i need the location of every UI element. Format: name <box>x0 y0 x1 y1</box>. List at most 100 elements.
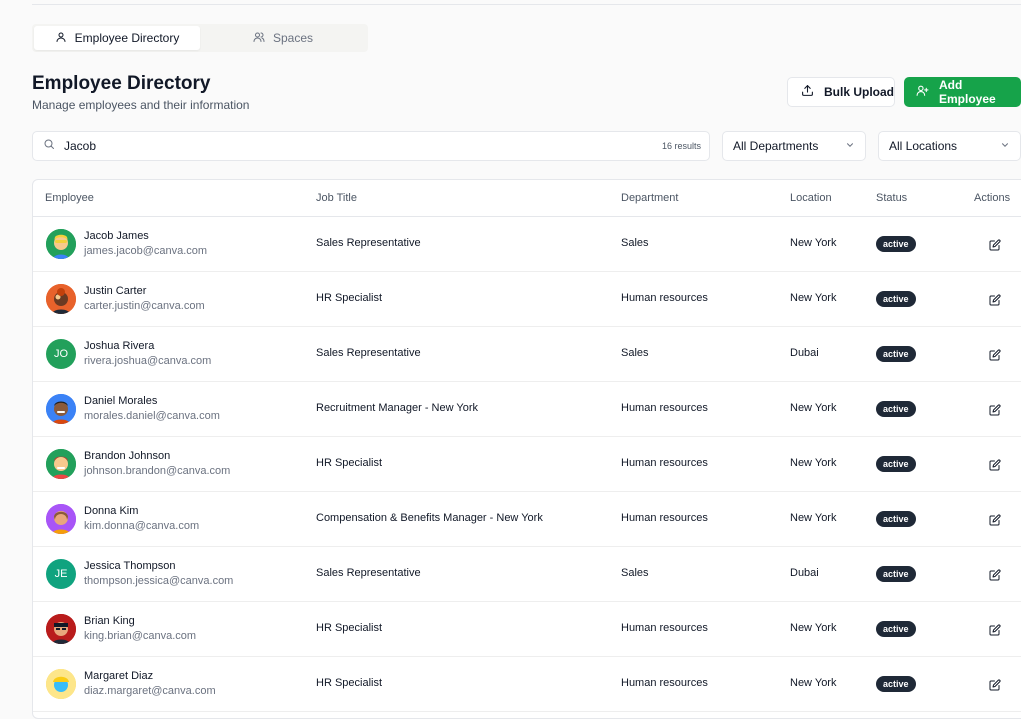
bulk-upload-button[interactable]: Bulk Upload <box>787 77 895 107</box>
chevron-down-icon <box>1000 139 1010 153</box>
employee-table: Employee Job Title Department Location S… <box>32 179 1021 719</box>
employee-name: Brian King <box>84 615 135 627</box>
employee-email: thompson.jessica@canva.com <box>84 575 234 587</box>
location: Dubai <box>790 347 819 359</box>
status-badge: active <box>876 676 916 692</box>
page-title: Employee Directory <box>32 73 211 94</box>
table-row[interactable]: Jacob James james.jacob@canva.com Sales … <box>33 217 1021 272</box>
status-badge: active <box>876 621 916 637</box>
location: New York <box>790 292 837 304</box>
avatar <box>46 614 76 644</box>
bulk-upload-label: Bulk Upload <box>824 85 895 99</box>
avatar: JE <box>46 559 76 589</box>
page-subtitle: Manage employees and their information <box>32 98 250 112</box>
status-badge: active <box>876 401 916 417</box>
table-row[interactable]: Brian King king.brian@canva.com HR Speci… <box>33 602 1021 657</box>
table-row[interactable]: Margaret Diaz diaz.margaret@canva.com HR… <box>33 657 1021 712</box>
add-employee-button[interactable]: Add Employee <box>904 77 1021 107</box>
tab-label: Spaces <box>272 31 314 45</box>
table-row[interactable]: JE Jessica Thompson thompson.jessica@can… <box>33 547 1021 602</box>
column-header-status: Status <box>876 192 908 204</box>
edit-icon[interactable] <box>989 513 1001 526</box>
job-title: Recruitment Manager - New York <box>316 402 479 414</box>
department: Sales <box>621 567 649 579</box>
edit-icon[interactable] <box>989 623 1001 636</box>
status-badge: active <box>876 456 916 472</box>
status-badge: active <box>876 566 916 582</box>
location: New York <box>790 677 837 689</box>
avatar <box>46 284 76 314</box>
users-icon <box>253 31 265 46</box>
employee-name: Jessica Thompson <box>84 560 176 572</box>
edit-icon[interactable] <box>989 678 1001 691</box>
job-title: HR Specialist <box>316 622 383 634</box>
column-header-employee: Employee <box>45 192 94 204</box>
user-icon <box>55 31 67 46</box>
department: Human resources <box>621 622 708 634</box>
edit-icon[interactable] <box>989 403 1001 416</box>
employee-name: Jacob James <box>84 230 149 242</box>
edit-icon[interactable] <box>989 568 1001 581</box>
upload-icon <box>801 84 814 100</box>
status-badge: active <box>876 236 916 252</box>
department: Human resources <box>621 457 708 469</box>
search-box: 16 results <box>32 131 710 161</box>
user-plus-icon <box>916 84 929 100</box>
status-badge: active <box>876 511 916 527</box>
department: Sales <box>621 347 649 359</box>
job-title: HR Specialist <box>316 457 383 469</box>
location: New York <box>790 237 837 249</box>
location: New York <box>790 402 837 414</box>
avatar <box>46 394 76 424</box>
department-select[interactable]: All Departments <box>722 131 866 161</box>
employee-email: johnson.brandon@canva.com <box>84 465 231 477</box>
department: Human resources <box>621 512 708 524</box>
add-employee-label: Add Employee <box>939 78 996 106</box>
avatar <box>46 449 76 479</box>
location: Dubai <box>790 567 819 579</box>
edit-icon[interactable] <box>989 238 1001 251</box>
location-select[interactable]: All Locations <box>878 131 1021 161</box>
employee-email: carter.justin@canva.com <box>84 300 205 312</box>
employee-name: Justin Carter <box>84 285 147 297</box>
avatar <box>46 669 76 699</box>
column-header-job-title: Job Title <box>316 192 357 204</box>
table-row[interactable]: Justin Carter carter.justin@canva.com HR… <box>33 272 1021 327</box>
employee-name: Brandon Johnson <box>84 450 171 462</box>
department: Human resources <box>621 402 708 414</box>
search-icon <box>43 137 55 155</box>
column-header-location: Location <box>790 192 832 204</box>
location: New York <box>790 512 837 524</box>
results-count: 16 results <box>661 141 701 151</box>
table-row[interactable]: Daniel Morales morales.daniel@canva.com … <box>33 382 1021 437</box>
view-tabs: Employee Directory Spaces <box>32 24 368 52</box>
employee-email: rivera.joshua@canva.com <box>84 355 212 367</box>
edit-icon[interactable] <box>989 348 1001 361</box>
tab-label: Employee Directory <box>74 31 180 45</box>
employee-name: Donna Kim <box>84 505 139 517</box>
avatar <box>46 229 76 259</box>
location: New York <box>790 457 837 469</box>
employee-name: Joshua Rivera <box>84 340 155 352</box>
chevron-down-icon <box>845 139 855 153</box>
top-divider <box>32 4 1021 5</box>
department-select-value: All Departments <box>733 139 819 153</box>
employee-name: Margaret Diaz <box>84 670 154 682</box>
search-input[interactable] <box>64 139 662 153</box>
tab-employee-directory[interactable]: Employee Directory <box>34 26 200 50</box>
job-title: Sales Representative <box>316 347 421 359</box>
employee-email: kim.donna@canva.com <box>84 520 200 532</box>
edit-icon[interactable] <box>989 293 1001 306</box>
employee-email: james.jacob@canva.com <box>84 245 208 257</box>
employee-email: diaz.margaret@canva.com <box>84 685 216 697</box>
department: Human resources <box>621 292 708 304</box>
location: New York <box>790 622 837 634</box>
column-header-department: Department <box>621 192 679 204</box>
table-row[interactable]: Donna Kim kim.donna@canva.com Compensati… <box>33 492 1021 547</box>
edit-icon[interactable] <box>989 458 1001 471</box>
table-row[interactable]: Brandon Johnson johnson.brandon@canva.co… <box>33 437 1021 492</box>
tab-spaces[interactable]: Spaces <box>200 26 366 50</box>
job-title: Compensation & Benefits Manager - New Yo… <box>316 512 543 524</box>
job-title: Sales Representative <box>316 237 421 249</box>
table-row[interactable]: JO Joshua Rivera rivera.joshua@canva.com… <box>33 327 1021 382</box>
